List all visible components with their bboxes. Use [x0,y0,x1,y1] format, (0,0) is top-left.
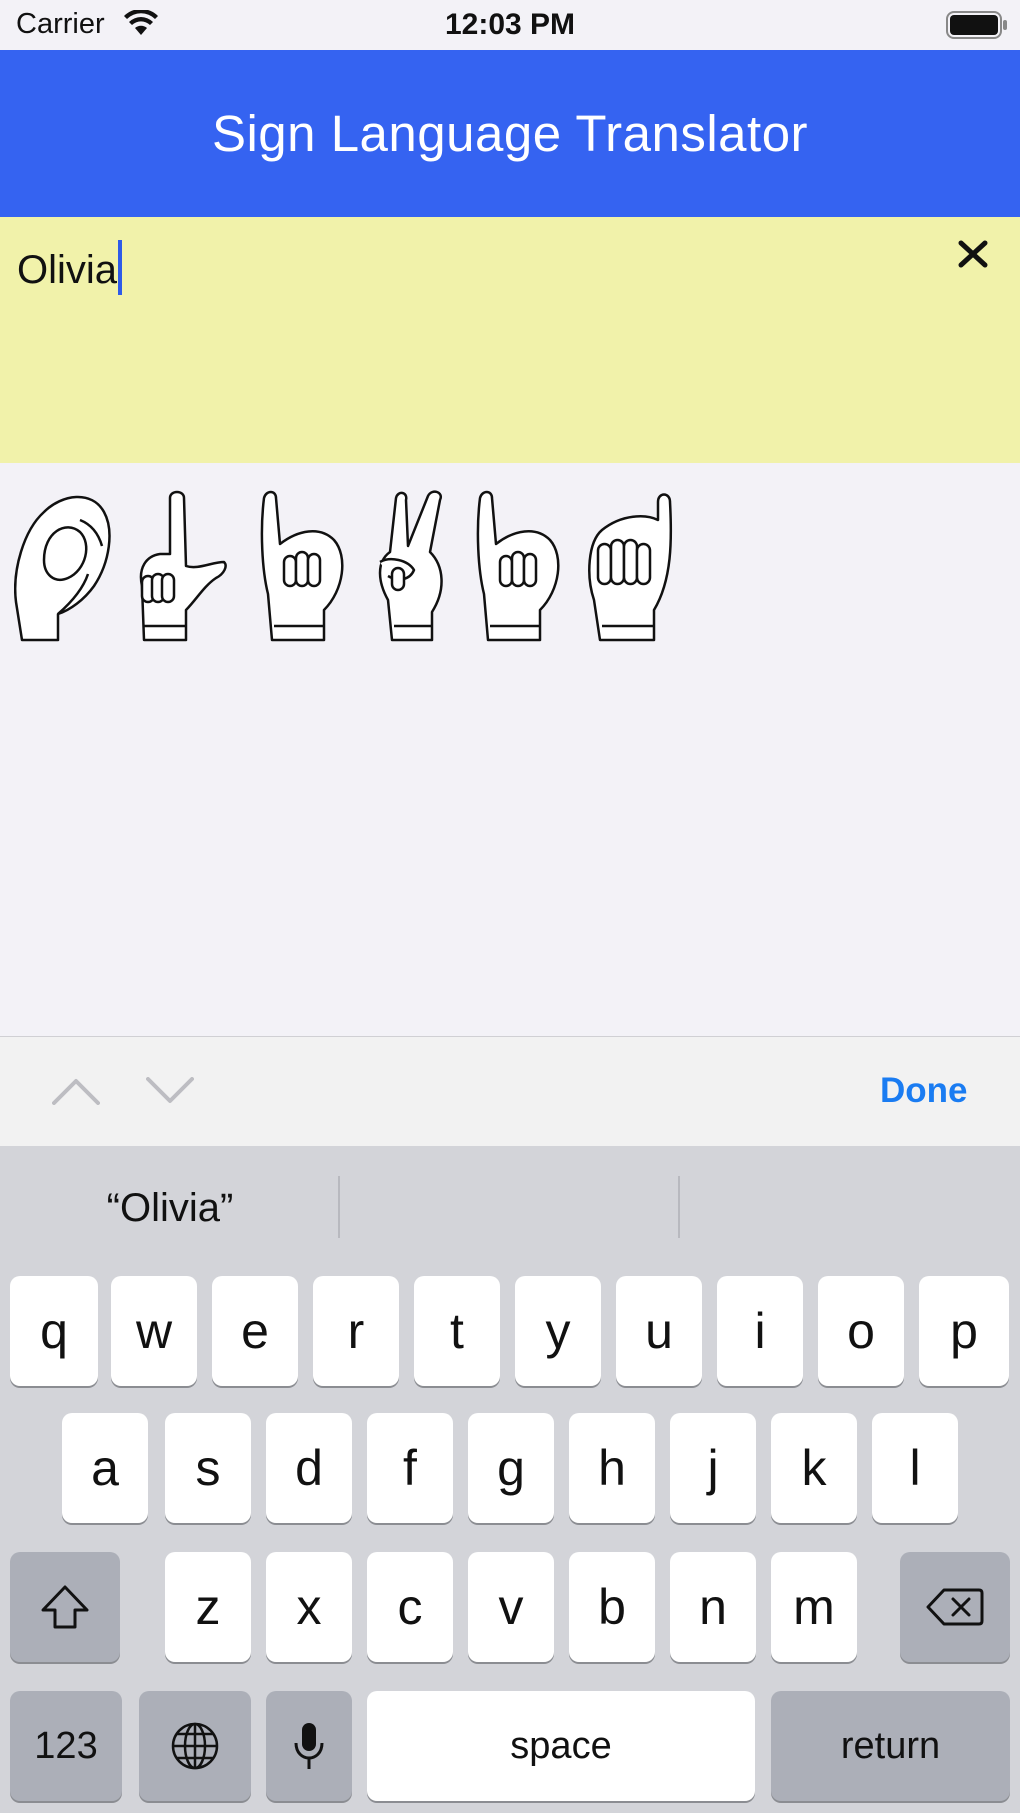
key-j[interactable]: j [670,1413,756,1523]
clock: 12:03 PM [444,8,576,41]
key-n[interactable]: n [670,1552,756,1662]
key-t[interactable]: t [414,1276,500,1386]
key-c[interactable]: c [367,1552,453,1662]
space-key[interactable]: space [367,1691,755,1801]
key-label: l [909,1440,921,1496]
suggestion-1[interactable]: “Olivia” [20,1186,320,1231]
hand-sign-v-icon [378,490,443,642]
key-label: j [707,1440,719,1496]
status-bar: Carrier 12:03 PM [0,0,1020,50]
key-v[interactable]: v [468,1552,554,1662]
key-x[interactable]: x [266,1552,352,1662]
key-a[interactable]: a [62,1413,148,1523]
key-u[interactable]: u [616,1276,702,1386]
key-g[interactable]: g [468,1413,554,1523]
hand-sign-o-icon [14,495,111,642]
key-w[interactable]: w [111,1276,197,1386]
return-key[interactable]: return [771,1691,1010,1801]
key-label: space [510,1724,612,1767]
key-label: q [40,1303,68,1359]
key-o[interactable]: o [818,1276,904,1386]
key-s[interactable]: s [165,1413,251,1523]
key-label: s [195,1440,221,1496]
chevron-up-icon[interactable] [52,1077,100,1105]
key-label: d [295,1440,323,1496]
key-label: t [450,1303,464,1359]
key-r[interactable]: r [313,1276,399,1386]
hand-sign-l-icon [139,490,227,642]
hand-sign-i-icon [476,490,560,642]
key-label: return [840,1724,941,1767]
key-l[interactable]: l [872,1413,958,1523]
key-label: n [699,1579,727,1635]
text-cursor [118,240,123,295]
text-input-area[interactable]: Olivia [0,217,1020,463]
key-label: g [497,1440,525,1496]
key-label: c [397,1579,423,1635]
key-h[interactable]: h [569,1413,655,1523]
globe-key[interactable] [139,1691,251,1801]
key-f[interactable]: f [367,1413,453,1523]
key-label: w [135,1303,173,1359]
key-label: e [241,1303,269,1359]
key-e[interactable]: e [212,1276,298,1386]
dictation-key[interactable] [266,1691,352,1801]
key-label: o [847,1303,875,1359]
hand-sign-a-icon [588,493,673,642]
key-label: 123 [34,1724,98,1767]
clear-icon[interactable] [957,235,989,273]
key-q[interactable]: q [10,1276,98,1386]
key-d[interactable]: d [266,1413,352,1523]
globe-icon [171,1722,219,1770]
key-k[interactable]: k [771,1413,857,1523]
key-label: y [545,1303,571,1359]
key-label: p [950,1303,978,1359]
backspace-icon [926,1588,984,1626]
key-label: b [598,1579,626,1635]
key-label: x [296,1579,322,1635]
key-z[interactable]: z [165,1552,251,1662]
shift-icon [41,1585,89,1629]
key-label: a [91,1440,119,1496]
key-label: f [403,1440,417,1496]
done-button[interactable]: Done [880,1071,968,1111]
keyboard: “Olivia” q w e r t y u i o p a s d f g h… [0,1146,1020,1813]
chevron-down-icon[interactable] [146,1077,194,1105]
key-label: z [195,1579,221,1635]
suggestion-divider [678,1176,680,1238]
battery-icon [946,11,1007,39]
key-label: i [754,1303,766,1359]
key-b[interactable]: b [569,1552,655,1662]
microphone-icon [294,1723,324,1769]
numbers-key[interactable]: 123 [10,1691,122,1801]
key-y[interactable]: y [515,1276,601,1386]
key-label: v [498,1579,524,1635]
input-text[interactable]: Olivia [17,240,123,295]
delete-key[interactable] [900,1552,1010,1662]
page-title: Sign Language Translator [211,105,809,162]
key-i[interactable]: i [717,1276,803,1386]
key-label: r [347,1303,365,1359]
suggestion-divider [338,1176,340,1238]
key-label: u [645,1303,673,1359]
key-label: m [793,1579,835,1635]
keyboard-accessory-toolbar: Done [0,1036,1020,1147]
hand-sign-i-icon [260,490,344,642]
app-header: Sign Language Translator [0,50,1020,217]
key-label: h [598,1440,626,1496]
shift-key[interactable] [10,1552,120,1662]
key-m[interactable]: m [771,1552,857,1662]
key-p[interactable]: p [919,1276,1009,1386]
key-label: k [801,1440,827,1496]
